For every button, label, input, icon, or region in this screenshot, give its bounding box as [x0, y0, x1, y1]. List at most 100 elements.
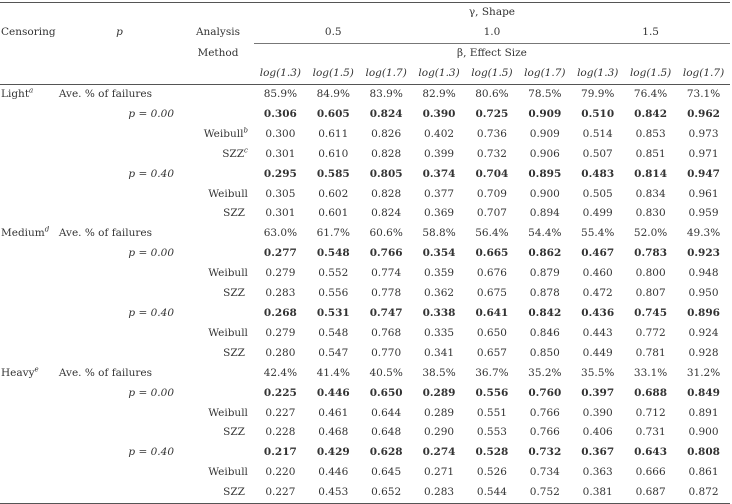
- avg-failures-value: 78.5%: [528, 88, 562, 100]
- true-power-row: p = 0.40 0.217 0.429 0.628 0.274 0.528 0.732 0.…: [0, 443, 730, 463]
- avg-failures-value: 79.9%: [581, 88, 615, 100]
- avg-failures-value: 84.9%: [316, 88, 350, 100]
- true-power-value: 0.548: [316, 247, 350, 260]
- true-power-value: 0.805: [369, 167, 403, 180]
- avg-failures-value: 76.4%: [633, 88, 668, 100]
- true-power-value: 0.665: [475, 247, 509, 260]
- censoring-level-label: Medium: [1, 227, 45, 240]
- true-power-value: 0.528: [475, 446, 509, 459]
- method-row: Weibull 0.227 0.461 0.644 0.289 0.551 0.766 0.3…: [0, 404, 730, 424]
- method-power-value: 0.381: [582, 486, 613, 499]
- beta-value-3: log(1.3): [412, 64, 466, 85]
- true-power-value: 0.766: [369, 247, 403, 260]
- method-power-value: 0.553: [476, 426, 507, 439]
- method-power-value: 0.601: [318, 207, 349, 220]
- method-power-value: 0.766: [529, 426, 560, 439]
- method-power-value: 0.227: [265, 486, 296, 499]
- method-power-value: 0.657: [476, 346, 507, 359]
- method-empty: [182, 384, 254, 404]
- method-power-value: 0.732: [476, 147, 507, 160]
- method-power-value: 0.830: [635, 207, 666, 220]
- avg-failures-value: 33.1%: [633, 366, 668, 379]
- true-power-value: 0.842: [634, 107, 668, 120]
- p-header: p: [116, 26, 123, 39]
- method-power-value: 0.766: [529, 406, 560, 419]
- beta-label: β, Effect Size: [457, 47, 527, 60]
- censoring-empty: [0, 404, 57, 424]
- method-power-value: 0.472: [582, 287, 613, 300]
- method-power-value: 0.752: [529, 486, 560, 499]
- method-power-value: 0.289: [424, 406, 455, 419]
- method-power-value: 0.644: [371, 406, 402, 419]
- method-power-value: 0.734: [529, 466, 560, 479]
- analysis-method: Weibull: [182, 324, 254, 344]
- method-power-value: 0.768: [371, 326, 402, 339]
- method-header: Method: [197, 46, 239, 59]
- method-power-value: 0.507: [582, 147, 613, 160]
- censoring-empty: [0, 324, 57, 344]
- true-power-value: 0.814: [634, 167, 668, 180]
- method-power-value: 0.551: [476, 406, 507, 419]
- method-power-value: 0.774: [371, 267, 402, 280]
- p-empty: [57, 284, 182, 304]
- method-empty: [182, 85, 254, 105]
- censoring-level: Heavye: [0, 364, 57, 384]
- avg-failures-value: 49.3%: [686, 227, 721, 240]
- true-power-value: 0.808: [687, 446, 720, 459]
- method-power-value: 0.283: [424, 486, 455, 499]
- method-power-value: 0.547: [318, 346, 349, 359]
- censoring-empty: [0, 463, 57, 483]
- method-power-value: 0.460: [582, 267, 613, 280]
- true-power-value: 0.605: [316, 107, 350, 120]
- analysis-method: Weibull: [182, 463, 254, 483]
- true-power-value: 0.585: [316, 167, 350, 180]
- method-power-value: 0.341: [424, 346, 455, 359]
- avg-failures-value: 35.2%: [528, 366, 562, 379]
- header-row-beta: Method β, Effect Size: [0, 44, 730, 65]
- method-power-value: 0.362: [424, 287, 455, 300]
- true-power-value: 0.217: [263, 446, 297, 459]
- header-row-gamma-values: Censoring p Analysis 0.5 1.0 1.5: [0, 23, 730, 44]
- method-power-value: 0.526: [476, 466, 507, 479]
- true-power-value: 0.650: [369, 386, 403, 399]
- p-value-label: p = 0.40: [128, 446, 174, 459]
- method-power-value: 0.707: [476, 207, 507, 220]
- censoring-empty: [0, 423, 57, 443]
- avg-failures-value: 42.4%: [263, 366, 298, 379]
- method-power-value: 0.676: [476, 267, 507, 280]
- true-power-value: 0.397: [581, 386, 615, 399]
- method-power-value: 0.709: [476, 187, 507, 200]
- true-power-value: 0.962: [687, 107, 720, 120]
- method-power-value: 0.891: [688, 406, 719, 419]
- true-power-value: 0.732: [528, 446, 562, 459]
- true-power-value: 0.824: [369, 107, 403, 120]
- method-row: SZZc 0.301 0.610 0.828 0.399 0.732 0.906 0.507 0…: [0, 145, 730, 165]
- true-power-value: 0.510: [581, 107, 615, 120]
- footnote-marker: e: [34, 365, 39, 374]
- method-power-value: 0.283: [265, 287, 296, 300]
- method-power-value: 0.399: [424, 147, 455, 160]
- true-power-row: p = 0.40 0.268 0.531 0.747 0.338 0.641 0.842 0.…: [0, 304, 730, 324]
- analysis-method: Weibull: [182, 185, 254, 205]
- method-power-value: 0.279: [265, 267, 296, 280]
- method-power-value: 0.544: [476, 486, 507, 499]
- method-power-value: 0.961: [688, 187, 719, 200]
- true-power-value: 0.641: [475, 306, 509, 319]
- true-power-value: 0.909: [528, 107, 562, 120]
- true-power-value: 0.531: [316, 306, 350, 319]
- method-row: Weibull 0.279 0.552 0.774 0.359 0.676 0.879 0.4…: [0, 264, 730, 284]
- analysis-method-label: Weibull: [208, 267, 248, 280]
- beta-value-6: log(1.3): [571, 64, 625, 85]
- method-power-value: 0.514: [582, 127, 613, 140]
- analysis-method: SZZ: [182, 423, 254, 443]
- method-power-value: 0.290: [424, 426, 455, 439]
- method-power-value: 0.648: [371, 426, 402, 439]
- avg-failures-value: 36.7%: [475, 366, 509, 379]
- avg-failures-value: 61.7%: [316, 227, 350, 240]
- method-empty: [182, 165, 254, 185]
- avg-failures-value: 83.9%: [369, 88, 403, 100]
- method-power-value: 0.807: [635, 287, 666, 300]
- avg-failures-value: 56.4%: [475, 227, 509, 240]
- method-power-value: 0.335: [424, 326, 455, 339]
- avg-failures-label: Ave. % of failures: [58, 227, 152, 240]
